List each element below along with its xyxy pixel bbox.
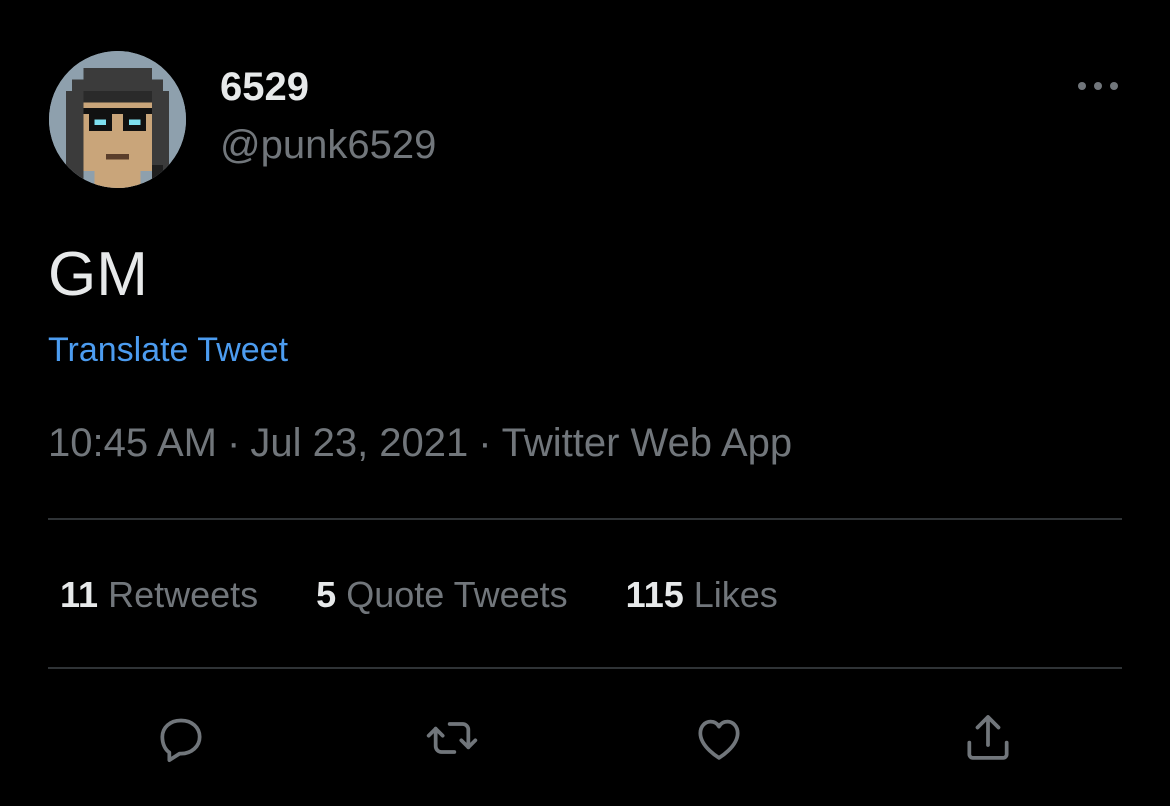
avatar[interactable] <box>49 51 186 188</box>
retweets-stat[interactable]: 11 Retweets <box>60 574 258 616</box>
quote-tweets-label: Quote Tweets <box>346 574 568 615</box>
more-options-button[interactable] <box>1070 70 1126 102</box>
likes-stat[interactable]: 115 Likes <box>626 574 778 616</box>
meta-separator: · <box>478 421 492 465</box>
pixel-punk-avatar-icon <box>49 51 186 188</box>
share-button[interactable] <box>950 700 1026 776</box>
heart-icon <box>698 719 740 760</box>
translate-tweet-link[interactable]: Translate Tweet <box>48 330 288 370</box>
retweets-count: 11 <box>60 574 99 615</box>
tweet-detail: 6529 @punk6529 GM Translate Tweet 10:45 … <box>0 0 1170 806</box>
reply-button[interactable] <box>143 700 219 776</box>
reply-icon <box>160 718 202 763</box>
quote-tweets-count: 5 <box>316 574 337 615</box>
retweets-label: Retweets <box>108 574 259 615</box>
engagement-stats: 11 Retweets 5 Quote Tweets 115 Likes <box>60 574 778 616</box>
tweet-source[interactable]: Twitter Web App <box>502 421 793 465</box>
likes-count: 115 <box>625 574 684 615</box>
divider <box>48 667 1122 669</box>
author-handle[interactable]: @punk6529 <box>220 122 436 168</box>
tweet-time[interactable]: 10:45 AM <box>48 421 217 465</box>
retweet-icon <box>426 722 478 754</box>
tweet-text: GM <box>48 240 148 309</box>
meta-separator: · <box>227 421 241 465</box>
like-button[interactable] <box>681 700 757 776</box>
more-dots-icon <box>1078 82 1118 90</box>
action-bar <box>0 700 1170 776</box>
author-display-name[interactable]: 6529 <box>220 64 309 110</box>
tweet-date[interactable]: Jul 23, 2021 <box>250 421 468 465</box>
retweet-button[interactable] <box>414 700 490 776</box>
likes-label: Likes <box>693 574 778 615</box>
divider <box>48 518 1122 520</box>
share-icon <box>967 715 1009 760</box>
tweet-meta: 10:45 AM · Jul 23, 2021 · Twitter Web App <box>48 420 792 466</box>
quote-tweets-stat[interactable]: 5 Quote Tweets <box>316 574 568 616</box>
